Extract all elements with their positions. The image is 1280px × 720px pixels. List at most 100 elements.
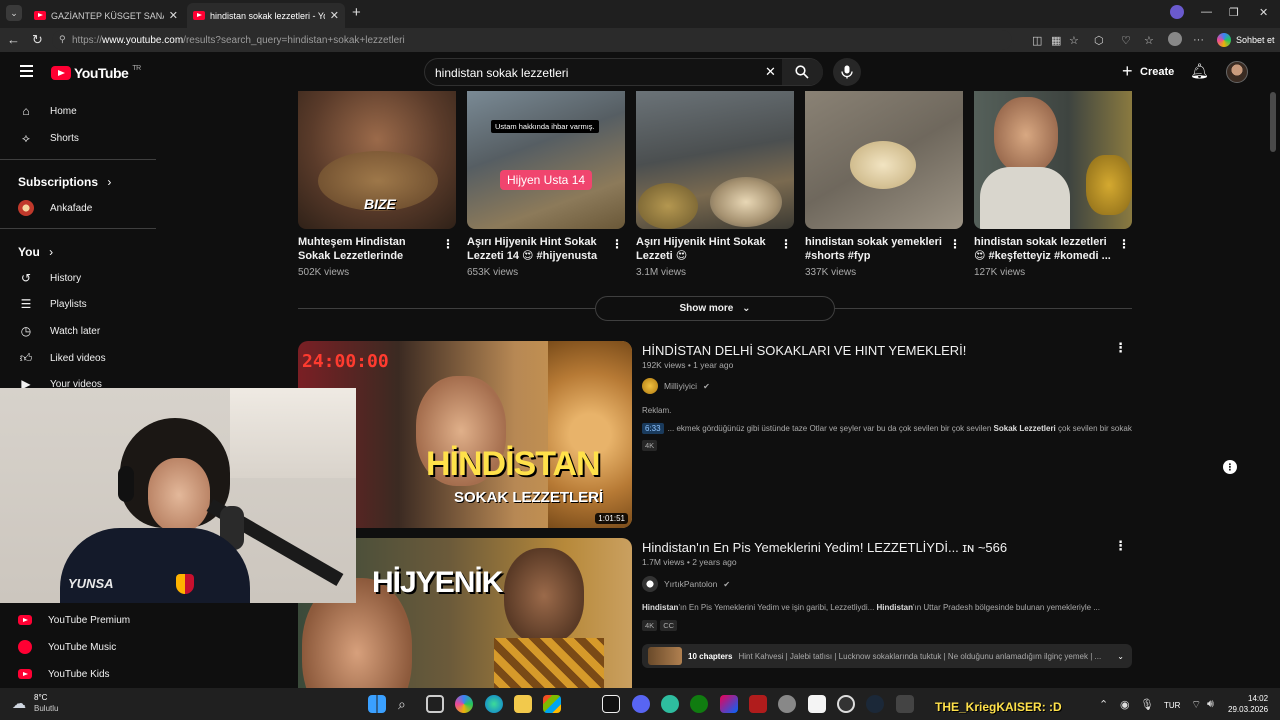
more-actions-icon[interactable]: ⋮ bbox=[611, 237, 623, 251]
browser-essentials-icon[interactable]: ♡ bbox=[1121, 34, 1131, 47]
vpn-icon[interactable] bbox=[778, 695, 796, 713]
game-launcher-icon[interactable] bbox=[749, 695, 767, 713]
copilot-icon[interactable] bbox=[455, 695, 473, 713]
browser-tab-hindistan[interactable]: hindistan sokak lezzetleri - YouTub ✕ bbox=[187, 3, 345, 28]
chapters-row[interactable]: 10 chapters Hint Kahvesi | Jalebi tatlıs… bbox=[642, 644, 1132, 668]
clear-search-icon[interactable]: ✕ bbox=[765, 64, 776, 80]
copilot-avatar-icon[interactable] bbox=[1170, 5, 1184, 19]
page-scrollbar[interactable] bbox=[1270, 92, 1276, 152]
sidebar-item-home[interactable]: ⌂ Home bbox=[18, 100, 76, 122]
minimize-icon[interactable]: — bbox=[1201, 6, 1212, 18]
copilot-chat-button[interactable]: Sohbet et bbox=[1214, 31, 1279, 49]
edge-browser-icon[interactable] bbox=[485, 695, 503, 713]
task-view-icon[interactable] bbox=[426, 695, 444, 713]
file-explorer-icon[interactable] bbox=[514, 695, 532, 713]
short-title[interactable]: Aşırı Hijyenik Hint Sokak Lezzeti 😍 bbox=[636, 235, 774, 263]
short-title[interactable]: Muhteşem Hindistan Sokak Lezzetlerinde B… bbox=[298, 235, 436, 263]
short-title[interactable]: hindistan sokak yemekleri #shorts #fyp bbox=[805, 235, 943, 263]
photos-icon[interactable] bbox=[720, 695, 738, 713]
close-tab-icon[interactable]: ✕ bbox=[169, 9, 178, 22]
sidebar-item-youtube-premium[interactable]: YouTube Premium bbox=[18, 609, 130, 631]
discord-icon[interactable] bbox=[632, 695, 650, 713]
microsoft-store-icon[interactable] bbox=[543, 695, 561, 713]
more-menu-icon[interactable]: ··· bbox=[1193, 34, 1204, 46]
you-heading[interactable]: You › bbox=[18, 245, 53, 259]
capcut-icon[interactable] bbox=[602, 695, 620, 713]
short-thumbnail[interactable] bbox=[636, 91, 794, 229]
search-icon[interactable]: ⌕ bbox=[398, 696, 406, 713]
sidebar-item-ankafade[interactable]: Ankafade bbox=[18, 197, 92, 219]
clock-date[interactable]: 29.03.2026 bbox=[1228, 705, 1268, 714]
extensions-icon[interactable]: ⬡ bbox=[1094, 34, 1104, 47]
short-card[interactable]: Ustam hakkında ihbar varmış. Hijyen Usta… bbox=[467, 91, 625, 278]
profile-icon[interactable] bbox=[1168, 32, 1182, 46]
app-icon[interactable] bbox=[896, 695, 914, 713]
steam-icon[interactable] bbox=[866, 695, 884, 713]
back-arrow-icon[interactable]: ← bbox=[7, 32, 20, 47]
account-avatar[interactable] bbox=[1226, 61, 1248, 83]
sidebar-item-liked-videos[interactable]: 👍︎ Liked videos bbox=[18, 347, 106, 369]
short-title[interactable]: hindistan sokak lezzetleri 😍 #keşfetteyi… bbox=[974, 235, 1112, 263]
read-mode-icon[interactable]: ▦ bbox=[1051, 34, 1061, 47]
chevron-down-icon[interactable]: ⌄ bbox=[1117, 652, 1124, 661]
hamburger-menu-icon[interactable] bbox=[20, 65, 33, 77]
create-button[interactable]: Create bbox=[1116, 58, 1182, 85]
timestamp-link[interactable]: 6:33 bbox=[642, 423, 664, 434]
xbox-icon[interactable] bbox=[690, 695, 708, 713]
translate-icon[interactable]: ◫ bbox=[1032, 34, 1042, 47]
browser-tab-gaziantep[interactable]: GAZİANTEP KÜSGET SANAYİ LEZZ ✕ bbox=[28, 3, 184, 28]
video-title[interactable]: Hindistan'ın En Pis Yemeklerini Yedim! L… bbox=[642, 540, 1007, 555]
new-tab-plus-icon[interactable]: + bbox=[352, 4, 361, 21]
app-icon[interactable] bbox=[661, 695, 679, 713]
more-actions-icon[interactable]: ⋮ bbox=[1114, 340, 1127, 356]
short-card[interactable]: Aşırı Hijyenik Hint Sokak Lezzeti 😍 ⋮ 3.… bbox=[636, 91, 794, 278]
sidebar-item-playlists[interactable]: ☰ Playlists bbox=[18, 293, 87, 315]
sidebar-item-youtube-music[interactable]: YouTube Music bbox=[18, 636, 116, 658]
language-indicator[interactable]: TUR bbox=[1164, 701, 1180, 710]
address-bar[interactable]: ⚲ https://www.youtube.com/results?search… bbox=[52, 30, 1012, 50]
short-card[interactable]: hindistan sokak yemekleri #shorts #fyp ⋮… bbox=[805, 91, 963, 278]
channel-link[interactable]: YırtıkPantolon ✔ bbox=[642, 576, 730, 592]
search-button[interactable] bbox=[782, 59, 823, 85]
reload-icon[interactable]: ↻ bbox=[32, 32, 43, 48]
youtube-logo[interactable]: YouTube TR bbox=[51, 65, 141, 81]
site-info-icon[interactable]: ⚲ bbox=[59, 34, 66, 45]
more-actions-icon[interactable]: ⋮ bbox=[1114, 538, 1127, 554]
volume-icon[interactable]: 🔊︎ bbox=[1207, 698, 1214, 711]
more-actions-icon[interactable]: ⋮ bbox=[442, 237, 454, 251]
favorite-star-icon[interactable]: ☆ bbox=[1069, 34, 1079, 47]
obs-icon[interactable] bbox=[837, 695, 855, 713]
notes-icon[interactable] bbox=[808, 695, 826, 713]
tray-app-icon[interactable]: ◉ bbox=[1120, 698, 1130, 711]
sidebar-item-youtube-kids[interactable]: YouTube Kids bbox=[18, 663, 110, 685]
subscriptions-heading[interactable]: Subscriptions › bbox=[18, 175, 111, 189]
tray-chevron-icon[interactable]: ⌃ bbox=[1099, 698, 1108, 711]
sidebar-item-shorts[interactable]: ⟡ Shorts bbox=[18, 127, 79, 149]
more-actions-icon[interactable]: ⋮ bbox=[1118, 237, 1130, 251]
microphone-tray-icon[interactable]: 🎙︎ bbox=[1140, 698, 1154, 711]
close-tab-icon[interactable]: ✕ bbox=[330, 9, 339, 22]
short-thumbnail[interactable]: Ustam hakkında ihbar varmış. Hijyen Usta… bbox=[467, 91, 625, 229]
info-icon[interactable]: ⋮ bbox=[1223, 460, 1237, 474]
video-title[interactable]: HİNDİSTAN DELHİ SOKAKLARI VE HINT YEMEKL… bbox=[642, 343, 966, 358]
more-actions-icon[interactable]: ⋮ bbox=[949, 237, 961, 251]
short-card[interactable]: hindistan sokak lezzetleri 😍 #keşfetteyi… bbox=[974, 91, 1132, 278]
notifications-bell-icon[interactable]: 🔔︎ bbox=[1190, 62, 1209, 80]
show-more-button[interactable]: Show more ⌄ bbox=[595, 296, 835, 321]
short-thumbnail[interactable]: BIZE bbox=[298, 91, 456, 229]
clock-time[interactable]: 14:02 bbox=[1248, 694, 1268, 703]
maximize-icon[interactable]: ❐ bbox=[1229, 6, 1239, 19]
short-thumbnail[interactable] bbox=[805, 91, 963, 229]
short-card[interactable]: BIZE Muhteşem Hindistan Sokak Lezzetleri… bbox=[298, 91, 456, 278]
short-title[interactable]: Aşırı Hijyenik Hint Sokak Lezzeti 14 😍 #… bbox=[467, 235, 605, 263]
wifi-icon[interactable]: ⌔ bbox=[1191, 698, 1201, 712]
collections-icon[interactable]: ☆ bbox=[1144, 34, 1154, 47]
start-windows-icon[interactable] bbox=[368, 695, 386, 713]
tab-actions-chevron-icon[interactable]: ⌄ bbox=[6, 5, 22, 21]
search-input[interactable]: hindistan sokak lezzetleri bbox=[435, 66, 568, 80]
more-actions-icon[interactable]: ⋮ bbox=[780, 237, 792, 251]
voice-search-button[interactable] bbox=[833, 58, 861, 86]
short-thumbnail[interactable] bbox=[974, 91, 1132, 229]
channel-link[interactable]: Milliyiyici ✔ bbox=[642, 378, 710, 394]
sidebar-item-history[interactable]: ↺ History bbox=[18, 267, 81, 289]
